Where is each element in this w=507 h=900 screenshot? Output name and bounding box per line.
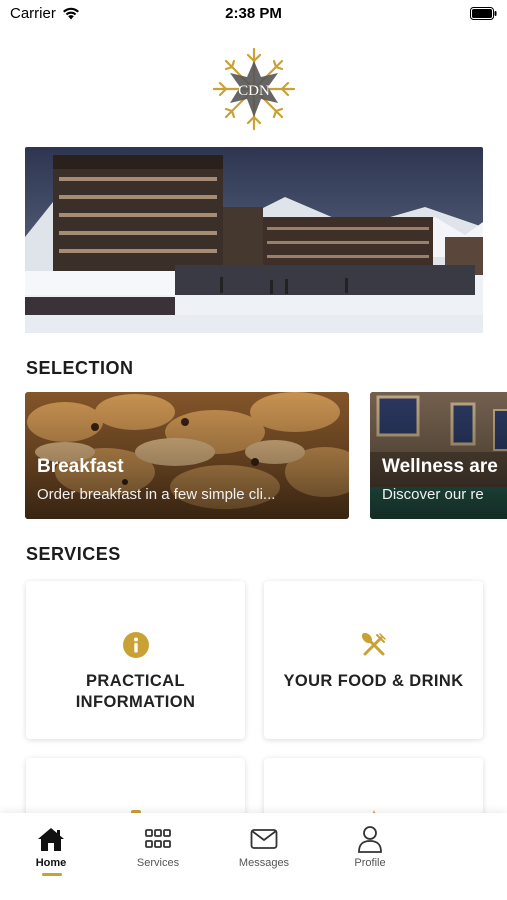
hotel-logo: CDN [212,47,296,131]
card-title: Breakfast [37,456,124,477]
active-tab-indicator [42,873,62,876]
selection-heading: SELECTION [26,358,134,378]
card-subtitle: Discover our re [382,486,484,503]
tab-services[interactable]: Services [118,825,198,869]
envelope-icon [250,829,278,849]
tile-label: YOUR FOOD & DRINK [264,671,483,692]
tile-label: PRACTICAL INFORMATION [26,671,245,713]
tab-home[interactable]: Home [11,825,91,869]
bottom-tab-bar: Home Services Messages Profile [0,813,507,900]
card-breakfast[interactable]: Breakfast Order breakfast in a few simpl… [25,392,349,519]
hero-image [25,147,483,333]
tile-label-line1: PRACTICAL [86,672,185,690]
grid-icon [145,829,171,848]
services-heading: SERVICES [26,544,121,564]
logo-monogram: CDN [238,83,270,99]
tab-label: Home [35,857,67,869]
tab-profile[interactable]: Profile [330,825,410,869]
user-icon [358,826,382,853]
clock: 2:38 PM [225,5,282,22]
info-circle-icon [122,632,149,658]
card-wellness[interactable]: Wellness are Discover our re [370,392,507,519]
tile-food-drink[interactable]: YOUR FOOD & DRINK [264,581,483,739]
card-title: Wellness are [382,456,498,477]
tile-label-line2: INFORMATION [75,693,196,711]
tab-label: Messages [238,857,290,869]
tab-messages[interactable]: Messages [224,825,304,869]
home-icon [38,828,64,851]
tile-label-line1: YOUR FOOD & DRINK [283,672,464,690]
tab-label: Profile [354,857,386,869]
battery-icon [470,7,497,20]
status-bar: Carrier 2:38 PM [0,0,507,30]
selection-carousel[interactable]: Breakfast Order breakfast in a few simpl… [25,392,507,519]
tab-label: Services [136,857,180,869]
card-subtitle: Order breakfast in a few simple cli... [37,486,276,503]
tile-practical-information[interactable]: PRACTICAL INFORMATION [26,581,245,739]
fork-knife-icon [361,632,386,656]
